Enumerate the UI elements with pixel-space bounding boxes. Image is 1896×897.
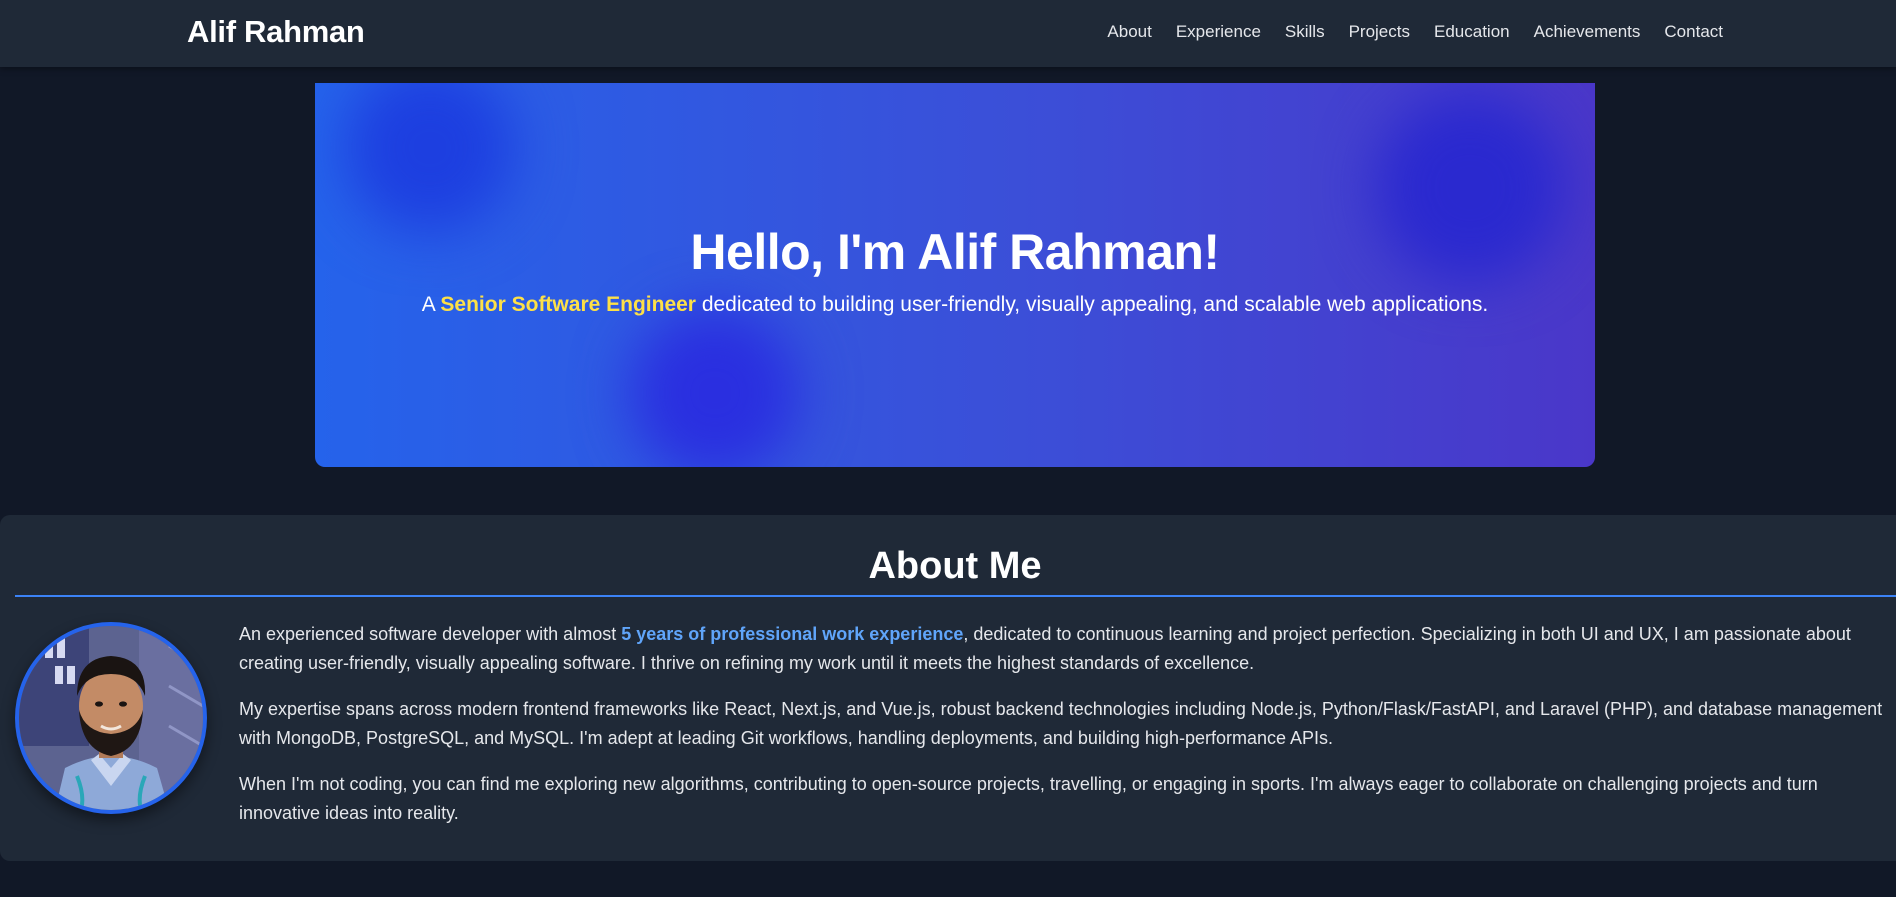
nav-link-skills[interactable]: Skills (1285, 22, 1325, 42)
hero-role-highlight: Senior Software Engineer (440, 293, 696, 316)
about-p1-prefix: An experienced software developer with a… (239, 624, 622, 644)
nav-link-achievements[interactable]: Achievements (1534, 22, 1641, 42)
about-section: About Me An experienced software develop… (0, 515, 1896, 861)
decorative-blob (630, 308, 800, 467)
about-description: An experienced software developer with a… (239, 620, 1896, 845)
top-navbar: Alif Rahman About Experience Skills Proj… (0, 0, 1896, 67)
nav-link-projects[interactable]: Projects (1349, 22, 1410, 42)
about-paragraph-2: My expertise spans across modern fronten… (239, 699, 1883, 748)
about-divider (15, 595, 1896, 597)
decorative-blob (345, 83, 515, 233)
nav-link-contact[interactable]: Contact (1664, 22, 1723, 42)
main-nav: About Experience Skills Projects Educati… (1107, 22, 1723, 42)
nav-link-education[interactable]: Education (1434, 22, 1510, 42)
experience-highlight: 5 years of professional work experience (621, 624, 964, 644)
nav-link-about[interactable]: About (1107, 22, 1151, 42)
profile-avatar (15, 622, 207, 814)
about-paragraph-1: An experienced software developer with a… (239, 620, 1896, 678)
brand-logo-link[interactable]: Alif Rahman (187, 14, 365, 50)
avatar-illustration (19, 626, 203, 810)
about-title: About Me (868, 545, 1042, 587)
about-paragraph-3: When I'm not coding, you can find me exp… (239, 774, 1818, 823)
hero-banner: Hello, I'm Alif Rahman! A Senior Softwar… (315, 83, 1595, 467)
hero-title: Hello, I'm Alif Rahman! (690, 224, 1220, 280)
nav-link-experience[interactable]: Experience (1176, 22, 1261, 42)
hero-subtitle: A Senior Software Engineer dedicated to … (315, 293, 1595, 317)
hero-subtitle-prefix: A (421, 293, 441, 316)
hero-subtitle-suffix: dedicated to building user-friendly, vis… (695, 293, 1489, 316)
